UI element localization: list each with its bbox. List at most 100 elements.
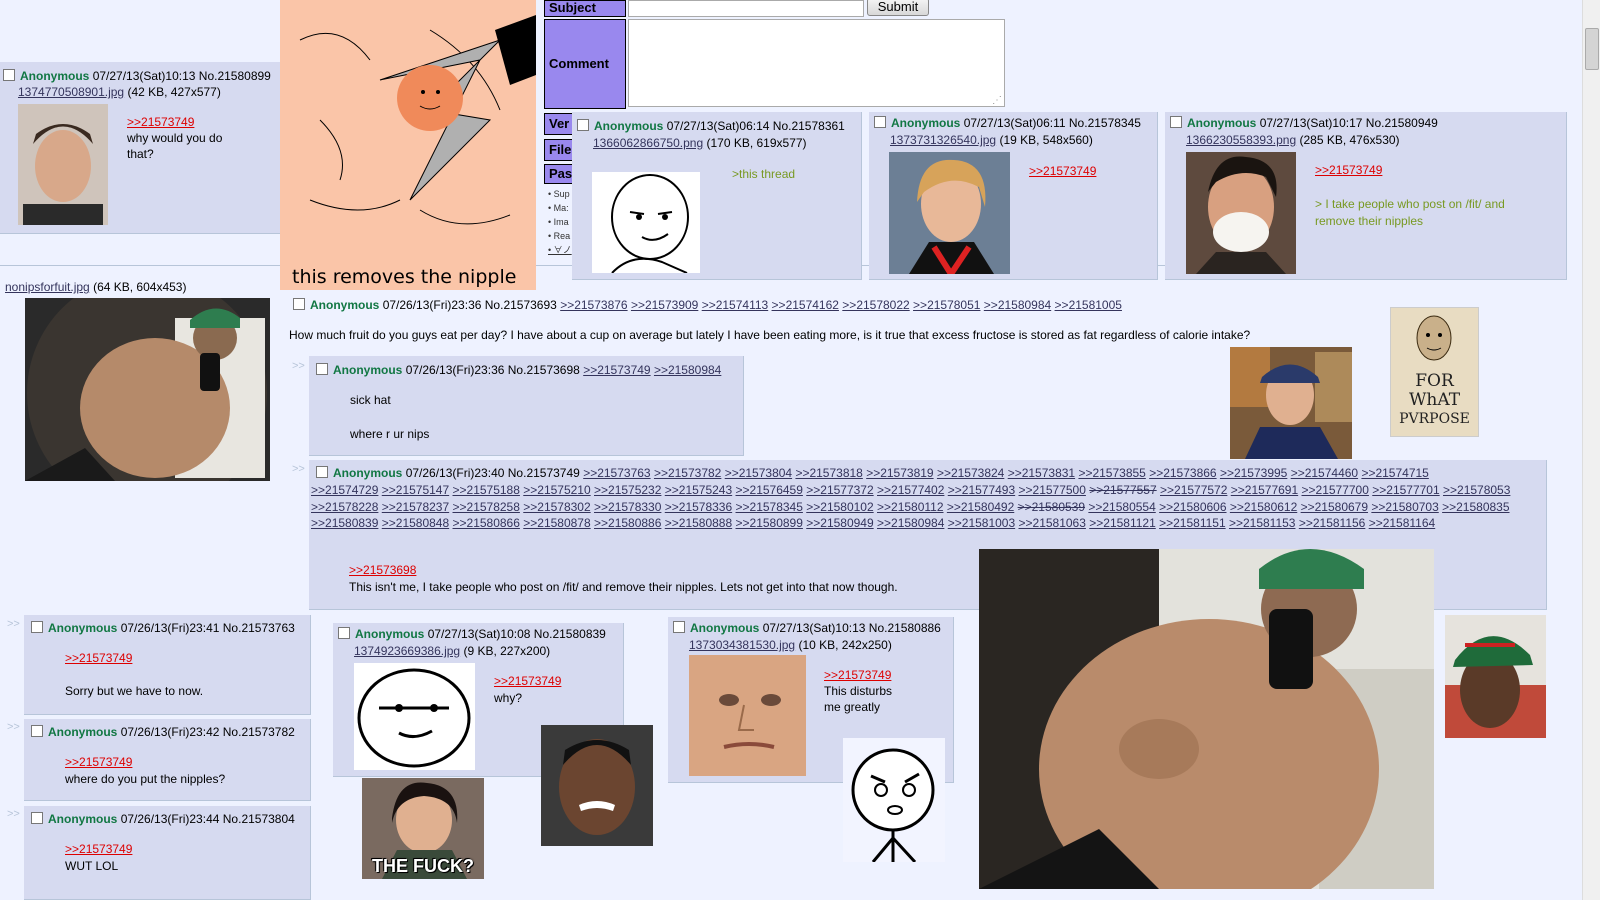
post-file-link[interactable]: 1366230558393.png	[1186, 133, 1296, 147]
rule-line[interactable]: • ∀ノ	[548, 243, 572, 257]
backlink[interactable]: >>21575188	[453, 483, 520, 497]
quote-link[interactable]: >>21573749	[824, 668, 891, 682]
backlink[interactable]: >>21580492	[947, 500, 1014, 514]
post-number[interactable]: No.21578361	[773, 119, 845, 133]
grimace-image[interactable]	[541, 725, 653, 846]
post-checkbox[interactable]	[293, 298, 305, 310]
for-what-purpose-image[interactable]: FOR WhAT PVRPOSE	[1390, 307, 1479, 437]
backlink[interactable]: >>21578237	[382, 500, 449, 514]
puzzled-meme-image[interactable]	[843, 738, 945, 862]
post-checkbox[interactable]	[673, 621, 685, 633]
store-clerk-image[interactable]	[1230, 347, 1352, 459]
backlink[interactable]: >>21580612	[1230, 500, 1297, 514]
backlink[interactable]: >>21578302	[523, 500, 590, 514]
backlink[interactable]: >>21580899	[736, 516, 803, 530]
post-checkbox[interactable]	[1170, 116, 1182, 128]
post-checkbox[interactable]	[316, 466, 328, 478]
backlink[interactable]: >>21573831	[1008, 466, 1075, 480]
backlink[interactable]: >>21577493	[948, 483, 1015, 497]
backlink[interactable]: >>21580866	[453, 516, 520, 530]
post-file-link[interactable]: 1373034381530.jpg	[689, 638, 795, 652]
backlink[interactable]: >>21573804	[725, 466, 792, 480]
backlink[interactable]: >>21580606	[1159, 500, 1226, 514]
backlink[interactable]: >>21581003	[948, 516, 1015, 530]
quote-link[interactable]: >>21573749	[1029, 163, 1096, 180]
post-thumbnail[interactable]	[354, 663, 475, 770]
quote-link[interactable]: >>21573749	[127, 115, 194, 129]
op-file-link[interactable]: nonipsforfuit.jpg	[5, 280, 90, 294]
backlink[interactable]: >>21580835	[1442, 500, 1509, 514]
expanded-selfie-image[interactable]	[979, 549, 1434, 889]
backlink[interactable]: >>21578330	[594, 500, 661, 514]
backlink[interactable]: >>21580949	[806, 516, 873, 530]
backlink[interactable]: >>21573763	[583, 466, 650, 480]
backlink[interactable]: >>21580554	[1088, 500, 1155, 514]
post-thumbnail[interactable]	[689, 655, 806, 776]
backlink[interactable]: >>21577402	[877, 483, 944, 497]
post-number[interactable]: No.21580839	[534, 627, 606, 641]
the-fuck-image[interactable]: THE FUCK?	[362, 778, 484, 879]
post-checkbox[interactable]	[31, 725, 43, 737]
post-checkbox[interactable]	[31, 812, 43, 824]
post-checkbox[interactable]	[338, 627, 350, 639]
backlink[interactable]: >>21580679	[1301, 500, 1368, 514]
post-checkbox[interactable]	[316, 363, 328, 375]
post-checkbox[interactable]	[577, 119, 589, 131]
backlink[interactable]: >>21573818	[795, 466, 862, 480]
op-image[interactable]	[25, 298, 270, 481]
backlink[interactable]: >>21581151	[1159, 516, 1226, 530]
backlink[interactable]: >>21577557	[1089, 483, 1156, 497]
resize-handle-icon[interactable]: ⋰	[992, 95, 1002, 106]
backlink[interactable]: >>21580848	[382, 516, 449, 530]
backlink[interactable]: >>21581063	[1019, 516, 1086, 530]
quote-link[interactable]: >>21573749	[1315, 163, 1382, 177]
quote-link[interactable]: >>21573698	[349, 562, 416, 579]
post-number[interactable]: No.21573749	[508, 466, 580, 480]
backlink[interactable]: >>21580984	[984, 298, 1051, 312]
backlink[interactable]: >>21580886	[594, 516, 661, 530]
post-number[interactable]: No.21573698	[508, 363, 580, 377]
backlink[interactable]: >>21575232	[594, 483, 661, 497]
quote-link[interactable]: >>21573749	[494, 674, 561, 688]
backlink[interactable]: >>21578258	[453, 500, 520, 514]
backlink[interactable]: >>21573909	[631, 298, 698, 312]
backlink[interactable]: >>21573855	[1078, 466, 1145, 480]
backlink[interactable]: >>21578345	[736, 500, 803, 514]
backlink[interactable]: >>21575147	[382, 483, 449, 497]
quote-link[interactable]: >>21573749	[65, 650, 132, 667]
backlink[interactable]: >>21580984	[877, 516, 944, 530]
post-number[interactable]: No.21580899	[199, 69, 271, 83]
backlink[interactable]: >>21580888	[665, 516, 732, 530]
backlink[interactable]: >>21578053	[1443, 483, 1510, 497]
scrollbar-thumb[interactable]	[1585, 28, 1599, 70]
backlink[interactable]: >>21573749	[583, 363, 650, 377]
cap-guy-image[interactable]	[1445, 615, 1546, 738]
post-number[interactable]: No.21580886	[869, 621, 941, 635]
backlink[interactable]: >>21577691	[1231, 483, 1298, 497]
post-file-link[interactable]: 1373731326540.jpg	[890, 133, 996, 147]
backlink[interactable]: >>21581005	[1055, 298, 1122, 312]
backlink[interactable]: >>21574113	[702, 298, 769, 312]
backlink[interactable]: >>21573782	[654, 466, 721, 480]
nipple-meme-image[interactable]: this removes the nipple	[280, 0, 536, 290]
comment-textarea[interactable]: ⋰	[628, 19, 1005, 107]
post-number[interactable]: No.21580949	[1366, 116, 1438, 130]
post-thumbnail[interactable]	[889, 152, 1010, 274]
backlink[interactable]: >>21574460	[1291, 466, 1358, 480]
backlink[interactable]: >>21574729	[311, 483, 378, 497]
post-number[interactable]: No.21573804	[223, 812, 295, 826]
backlink[interactable]: >>21574715	[1361, 466, 1428, 480]
backlink[interactable]: >>21580984	[654, 363, 721, 377]
backlink[interactable]: >>21573995	[1220, 466, 1287, 480]
post-file-link[interactable]: 1374770508901.jpg	[18, 85, 124, 99]
post-thumbnail[interactable]	[1186, 152, 1296, 274]
backlink[interactable]: >>21580839	[311, 516, 378, 530]
backlink[interactable]: >>21575210	[523, 483, 590, 497]
post-number[interactable]: No.21573782	[223, 725, 295, 739]
backlink[interactable]: >>21581164	[1369, 516, 1436, 530]
backlink[interactable]: >>21573876	[560, 298, 627, 312]
backlink[interactable]: >>21573824	[937, 466, 1004, 480]
post-checkbox[interactable]	[874, 116, 886, 128]
backlink[interactable]: >>21577372	[806, 483, 873, 497]
post-file-link[interactable]: 1374923669386.jpg	[354, 644, 460, 658]
